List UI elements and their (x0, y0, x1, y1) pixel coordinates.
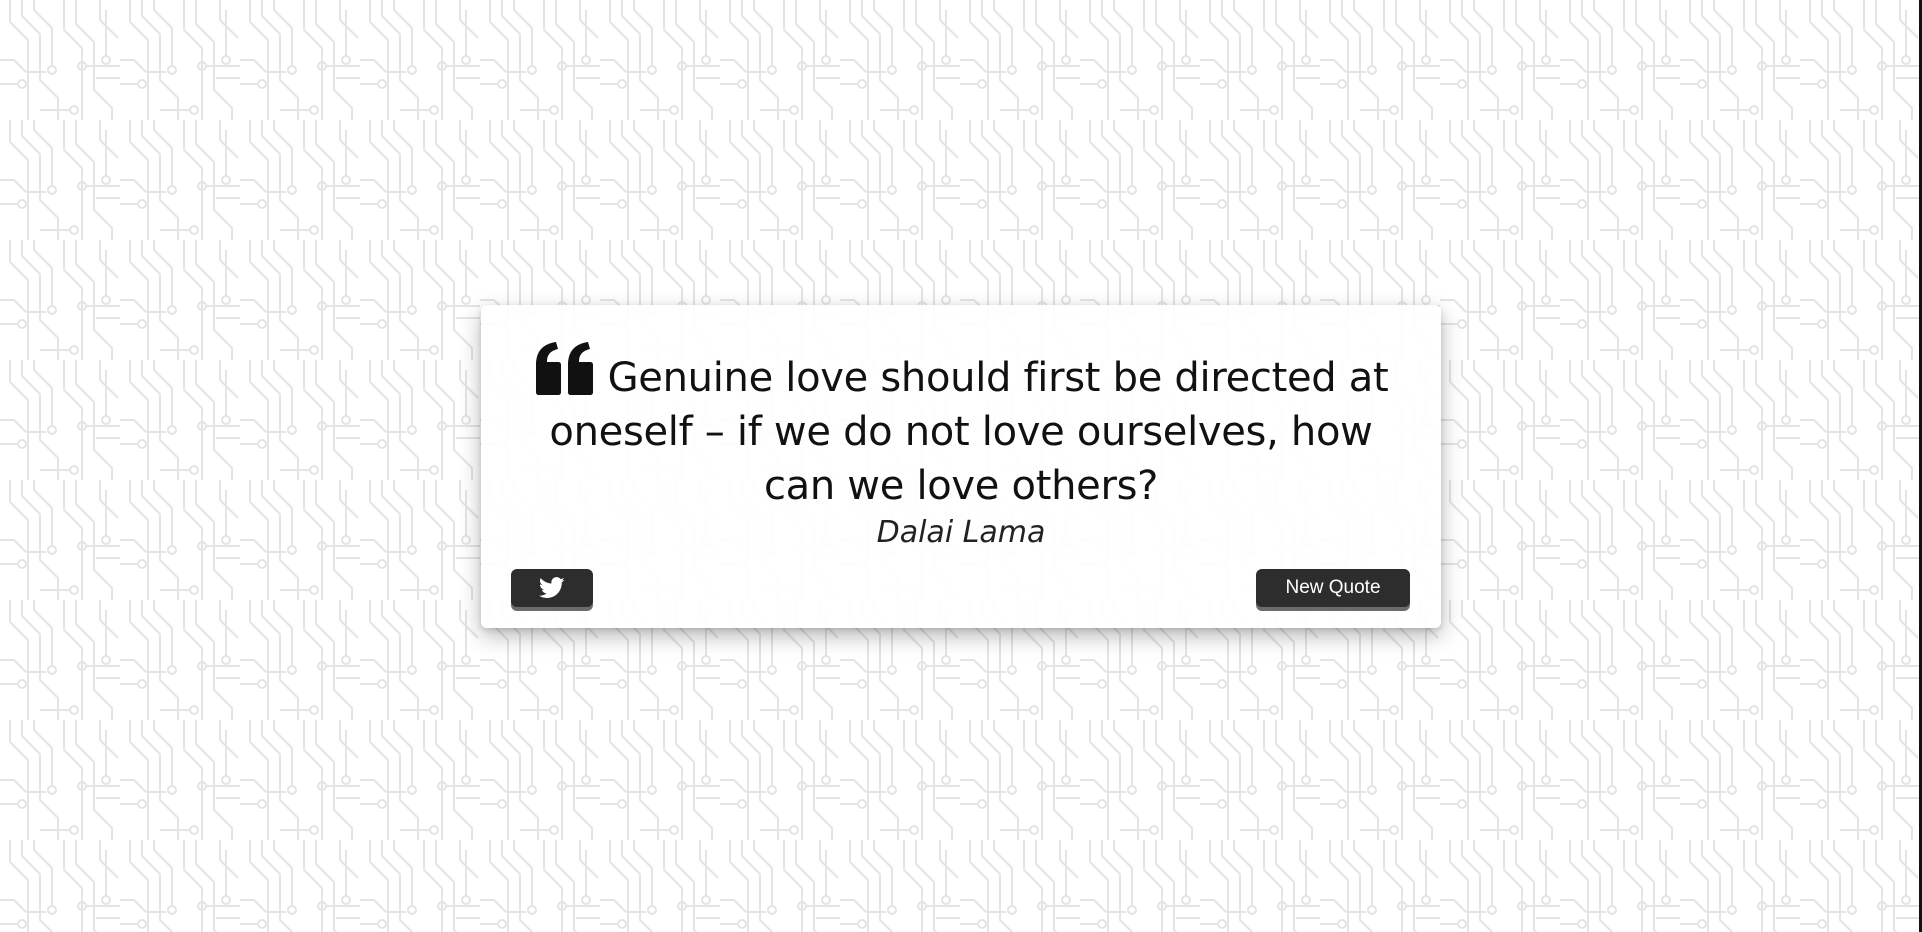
new-quote-button[interactable]: New Quote (1256, 569, 1410, 607)
tweet-quote-button[interactable] (511, 569, 593, 607)
quote-text-block: Genuine love should first be directed at… (513, 341, 1409, 513)
quote-text: Genuine love should first be directed at… (549, 355, 1389, 509)
twitter-icon (539, 577, 565, 599)
quote-author: Dalai Lama (876, 515, 1046, 550)
quote-box: Genuine love should first be directed at… (481, 305, 1441, 628)
quote-left-icon (534, 341, 596, 397)
